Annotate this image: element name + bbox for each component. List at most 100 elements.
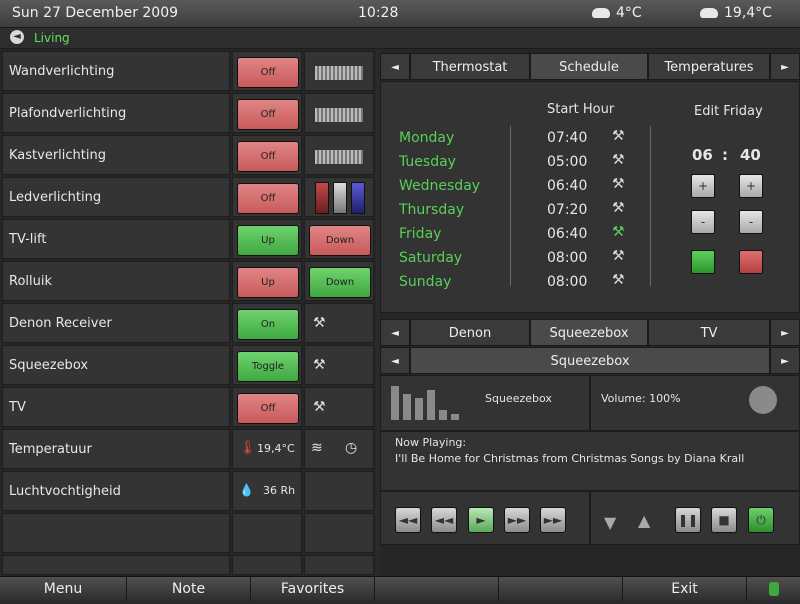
day-start-time: 06:40 — [547, 178, 588, 194]
dimmer-slider[interactable] — [315, 108, 363, 122]
device-row: Kastverlichting Off — [0, 135, 376, 176]
heating-icon[interactable]: ≋ — [311, 440, 323, 456]
tools-icon[interactable]: ⚒ — [313, 315, 326, 331]
thermostat-tabs: ◄ Thermostat Schedule Temperatures ► — [380, 53, 800, 81]
player-name: Squeezebox — [485, 392, 552, 405]
volume-down-icon[interactable]: ▼ — [604, 513, 616, 532]
tools-icon[interactable]: ⚒ — [313, 399, 326, 415]
tab-schedule[interactable]: Schedule — [530, 53, 648, 80]
day-label[interactable]: Monday — [399, 130, 454, 146]
day-start-time: 07:20 — [547, 202, 588, 218]
edit-hour: 06 — [692, 146, 713, 164]
tab-thermostat[interactable]: Thermostat — [410, 53, 530, 80]
source-title: Squeezebox — [410, 347, 770, 374]
confirm-button[interactable] — [691, 250, 715, 274]
tools-icon[interactable]: ⚒ — [612, 176, 625, 192]
down-button[interactable]: Down — [309, 267, 371, 298]
right-panel: ◄ Thermostat Schedule Temperatures ► Sta… — [380, 49, 800, 577]
tools-icon[interactable]: ⚒ — [612, 200, 625, 216]
exit-button[interactable]: Exit — [623, 577, 747, 601]
toggle-button[interactable]: Toggle — [237, 351, 299, 382]
tab-temperatures[interactable]: Temperatures — [648, 53, 770, 80]
tab-tv[interactable]: TV — [648, 319, 770, 346]
volume-up-icon[interactable]: ▲ — [638, 511, 650, 530]
device-label: Plafondverlichting — [9, 106, 127, 121]
stop-button[interactable]: ■ — [711, 507, 737, 533]
hour-minus-button[interactable]: - — [691, 210, 715, 234]
green-channel-slider[interactable] — [333, 182, 347, 214]
tab-prev-arrow[interactable]: ◄ — [380, 319, 410, 346]
day-label[interactable]: Wednesday — [399, 178, 480, 194]
previous-track-button[interactable]: ◄◄ — [395, 507, 421, 533]
tab-next-arrow[interactable]: ► — [770, 53, 800, 80]
device-row: Squeezebox Toggle ⚒ — [0, 345, 376, 386]
power-button[interactable]: ⏻ — [748, 507, 774, 533]
cancel-button[interactable] — [739, 250, 763, 274]
globe-icon[interactable] — [749, 386, 777, 414]
note-button[interactable]: Note — [127, 577, 251, 601]
device-row: TV Off ⚒ — [0, 387, 376, 428]
device-label: Rolluik — [9, 274, 53, 289]
tab-prev-arrow[interactable]: ◄ — [380, 53, 410, 80]
day-label[interactable]: Thursday — [399, 202, 464, 218]
toggle-button[interactable]: Off — [237, 141, 299, 172]
day-label[interactable]: Friday — [399, 226, 441, 242]
toggle-button[interactable]: Off — [237, 393, 299, 424]
edit-minute: 40 — [740, 146, 761, 164]
red-channel-slider[interactable] — [315, 182, 329, 214]
tab-next-arrow[interactable]: ► — [770, 319, 800, 346]
device-label: Wandverlichting — [9, 64, 115, 79]
day-label[interactable]: Sunday — [399, 274, 451, 290]
source-prev-arrow[interactable]: ◄ — [380, 347, 410, 374]
hour-plus-button[interactable]: + — [691, 174, 715, 198]
tab-denon[interactable]: Denon — [410, 319, 530, 346]
toggle-button[interactable]: Off — [237, 99, 299, 130]
day-label[interactable]: Tuesday — [399, 154, 456, 170]
volume-panel: Volume: 100% — [590, 375, 800, 431]
toggle-button[interactable]: Off — [237, 183, 299, 214]
day-label[interactable]: Saturday — [399, 250, 462, 266]
rewind-button[interactable]: ◄◄ — [431, 507, 457, 533]
tools-icon[interactable]: ⚒ — [313, 357, 326, 373]
divider — [510, 126, 511, 286]
status-indicator — [747, 577, 800, 601]
temperature-label: Temperatuur — [9, 442, 92, 457]
blue-channel-slider[interactable] — [351, 182, 365, 214]
tools-icon[interactable]: ⚒ — [612, 128, 625, 144]
next-track-button[interactable]: ►► — [540, 507, 566, 533]
tools-icon[interactable]: ⚒ — [612, 152, 625, 168]
device-label: TV-lift — [9, 232, 47, 247]
device-row: Plafondverlichting Off — [0, 93, 376, 134]
date-text: Sun 27 December 2009 — [12, 5, 179, 21]
humidity-row: Luchtvochtigheid 💧 36 Rh — [0, 471, 376, 512]
up-button[interactable]: Up — [237, 267, 299, 298]
toggle-button[interactable]: On — [237, 309, 299, 340]
down-button[interactable]: Down — [309, 225, 371, 256]
tools-icon[interactable]: ⚒ — [612, 272, 625, 288]
tools-icon-active[interactable]: ⚒ — [612, 224, 625, 240]
now-playing-text: I'll Be Home for Christmas from Christma… — [395, 452, 745, 465]
menu-button[interactable]: Menu — [0, 577, 127, 601]
source-next-arrow[interactable]: ► — [770, 347, 800, 374]
dimmer-slider[interactable] — [315, 66, 363, 80]
fast-forward-button[interactable]: ►► — [504, 507, 530, 533]
pause-button[interactable]: ❚❚ — [675, 507, 701, 533]
back-arrow-icon[interactable]: ◄ — [10, 30, 24, 44]
clock-icon[interactable]: ◷ — [345, 440, 357, 456]
up-button[interactable]: Up — [237, 225, 299, 256]
tools-icon[interactable]: ⚒ — [612, 248, 625, 264]
dimmer-slider[interactable] — [315, 150, 363, 164]
toggle-button[interactable]: Off — [237, 57, 299, 88]
play-button[interactable]: ► — [468, 507, 494, 533]
minute-plus-button[interactable]: + — [739, 174, 763, 198]
player-info-panel: Squeezebox — [380, 375, 590, 431]
day-start-time: 07:40 — [547, 130, 588, 146]
device-label: Kastverlichting — [9, 148, 106, 163]
empty-row — [0, 513, 376, 554]
edit-day-label: Edit Friday — [694, 104, 763, 119]
tab-squeezebox[interactable]: Squeezebox — [530, 319, 648, 346]
start-hour-label: Start Hour — [547, 102, 615, 117]
minute-minus-button[interactable]: - — [739, 210, 763, 234]
empty-slot — [375, 577, 499, 601]
favorites-button[interactable]: Favorites — [251, 577, 375, 601]
